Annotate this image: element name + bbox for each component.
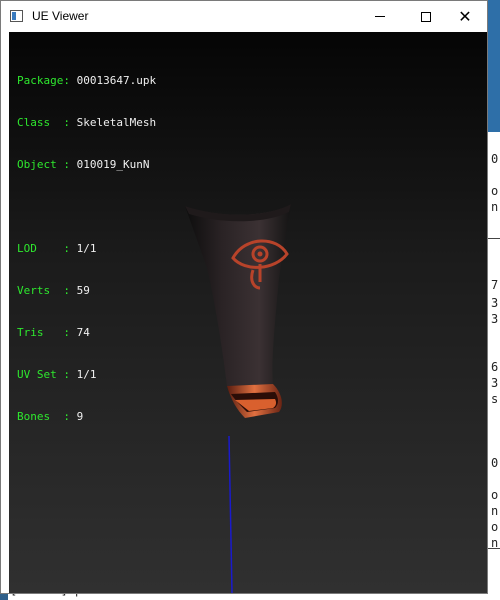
background-window-edge — [488, 0, 500, 132]
info-key: Bones : — [17, 410, 77, 423]
console-fragment: o — [491, 184, 499, 198]
console-fragment: n — [491, 504, 499, 518]
info-key: Package: — [17, 74, 77, 87]
info-key: UV Set : — [17, 368, 77, 381]
info-key: Tris : — [17, 326, 77, 339]
info-key: Object : — [17, 158, 77, 171]
mesh-info-overlay: Package: 00013647.upk Class : SkeletalMe… — [17, 46, 156, 452]
info-value: 1/1 — [76, 242, 97, 255]
console-fragment: 7 — [491, 278, 499, 292]
info-row-verts: Verts : 59 — [17, 284, 156, 298]
minimize-button[interactable] — [357, 1, 403, 32]
ue-viewer-window: UE Viewer ✕ Package: 00013647.upk Class … — [0, 0, 488, 594]
info-value: 00013647.upk — [76, 74, 157, 87]
console-fragment: s — [491, 392, 499, 406]
info-row-lod: LOD : 1/1 — [17, 242, 156, 256]
maximize-icon — [421, 11, 431, 22]
app-window-icon — [10, 10, 23, 22]
info-value: 59 — [76, 284, 90, 297]
info-row-uv-set: UV Set : 1/1 — [17, 368, 156, 382]
3d-viewport[interactable]: Package: 00013647.upk Class : SkeletalMe… — [9, 32, 487, 593]
info-row-class: Class : SkeletalMesh — [17, 116, 156, 130]
info-key: Class : — [17, 116, 77, 129]
console-fragment: 0 — [491, 152, 499, 166]
console-fragment: o — [491, 520, 499, 534]
info-value: 010019_KunN — [76, 158, 150, 171]
info-key: LOD : — [17, 242, 77, 255]
console-divider — [488, 548, 500, 549]
title-bar[interactable]: UE Viewer ✕ — [1, 1, 487, 32]
info-row-tris: Tris : 74 — [17, 326, 156, 340]
info-value: 9 — [76, 410, 84, 423]
console-fragment: 3 — [491, 296, 499, 310]
info-value: SkeletalMesh — [76, 116, 157, 129]
close-button[interactable]: ✕ — [442, 1, 488, 32]
info-row-object: Object : 010019_KunN — [17, 158, 156, 172]
console-fragment: 3 — [491, 312, 499, 326]
console-fragment: o — [491, 488, 499, 502]
console-fragment: 3 — [491, 376, 499, 390]
console-divider — [488, 238, 500, 239]
info-row-package: Package: 00013647.upk — [17, 74, 156, 88]
window-title: UE Viewer — [32, 9, 89, 23]
minimize-icon — [375, 16, 385, 17]
info-key: Verts : — [17, 284, 77, 297]
console-fragment: 0 — [491, 456, 499, 470]
console-fragment: n — [491, 200, 499, 214]
console-fragment: 6 — [491, 360, 499, 374]
info-value: 1/1 — [76, 368, 97, 381]
info-row-bones: Bones : 9 — [17, 410, 156, 424]
close-icon: ✕ — [458, 6, 472, 26]
info-value: 74 — [76, 326, 90, 339]
